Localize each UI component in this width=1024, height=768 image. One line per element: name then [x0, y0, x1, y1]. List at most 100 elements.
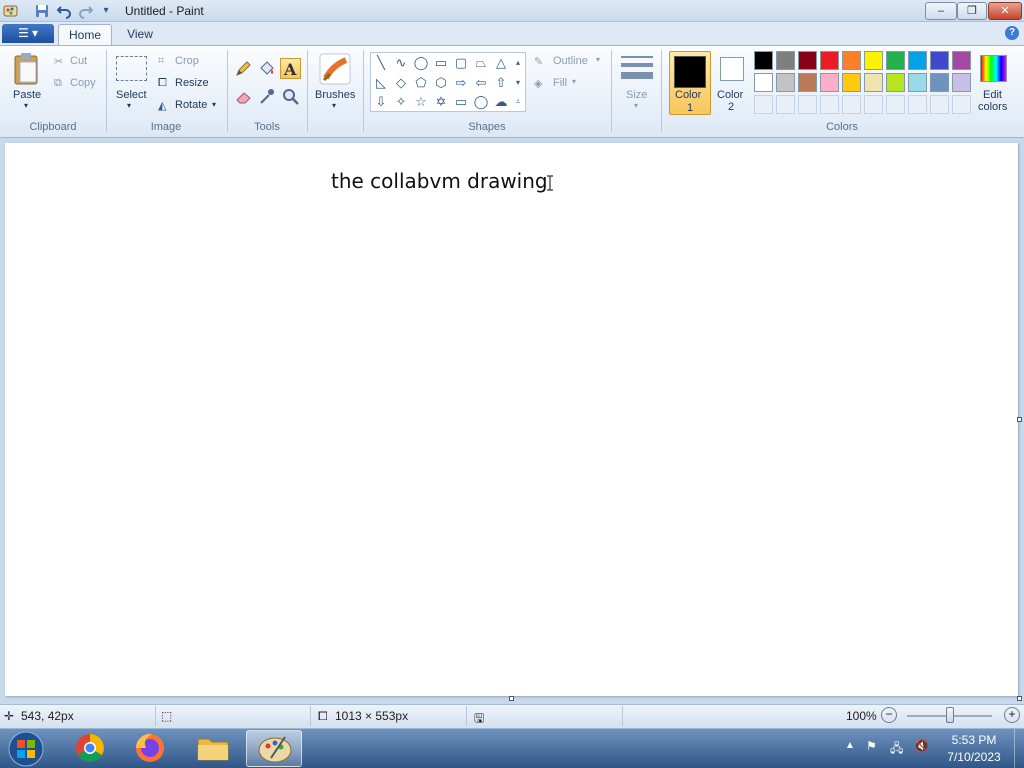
oval-shape-icon[interactable]: ◯ — [412, 54, 430, 72]
left-arrow-shape-icon[interactable]: ⇦ — [472, 74, 490, 92]
pentagon-shape-icon[interactable]: ⬠ — [412, 74, 430, 92]
callout-oval-shape-icon[interactable]: ◯ — [472, 93, 490, 111]
right-arrow-shape-icon[interactable]: ⇨ — [452, 74, 470, 92]
close-button[interactable]: ✕ — [988, 2, 1022, 20]
taskbar-firefox[interactable] — [122, 730, 178, 767]
palette-swatch[interactable] — [798, 73, 817, 92]
color2-label[interactable]: Color — [717, 89, 743, 101]
taskbar-paint[interactable] — [246, 730, 302, 767]
brushes-dropdown-icon[interactable]: ▾ — [332, 101, 336, 110]
action-center-icon[interactable]: ⚑ — [866, 739, 877, 753]
palette-swatch[interactable] — [820, 51, 839, 70]
palette-swatch-empty[interactable] — [952, 95, 971, 114]
cut-button[interactable]: Cut — [70, 55, 87, 67]
canvas-text[interactable]: the collabvm drawing — [331, 169, 548, 193]
palette-swatch[interactable] — [776, 51, 795, 70]
outline-dropdown-icon[interactable]: ▾ — [596, 55, 600, 64]
zoom-slider-thumb[interactable] — [946, 707, 954, 723]
show-desktop-button[interactable] — [1014, 729, 1024, 768]
hexagon-shape-icon[interactable]: ⬡ — [432, 74, 450, 92]
clock-time[interactable]: 5:53 PM — [944, 733, 1004, 747]
fill-dropdown-icon[interactable]: ▾ — [572, 77, 576, 86]
pencil-icon[interactable] — [233, 58, 254, 79]
palette-swatch[interactable] — [930, 73, 949, 92]
taskbar-chrome[interactable] — [62, 730, 118, 767]
resize-handle-corner[interactable] — [1017, 696, 1022, 701]
tab-view[interactable]: View — [115, 24, 165, 46]
triangle-shape-icon[interactable]: △ — [492, 54, 510, 72]
palette-swatch-empty[interactable] — [930, 95, 949, 114]
shapes-scroll-down-icon[interactable]: ▾ — [512, 74, 524, 92]
palette-swatch[interactable] — [908, 73, 927, 92]
palette-swatch[interactable] — [776, 73, 795, 92]
right-triangle-shape-icon[interactable]: ◺ — [372, 74, 390, 92]
palette-swatch[interactable] — [864, 51, 883, 70]
paint-app-icon[interactable] — [3, 3, 19, 19]
palette-swatch[interactable] — [952, 73, 971, 92]
diamond-shape-icon[interactable]: ◇ — [392, 74, 410, 92]
palette-swatch[interactable] — [930, 51, 949, 70]
resize-handle-right[interactable] — [1017, 417, 1022, 422]
zoom-in-button[interactable]: + — [1004, 707, 1020, 723]
eraser-icon[interactable] — [233, 86, 254, 107]
paste-button[interactable]: Paste — [13, 89, 41, 101]
shapes-expand-icon[interactable]: ⩡ — [512, 93, 524, 111]
select-button[interactable]: Select — [116, 89, 147, 101]
palette-swatch-empty[interactable] — [754, 95, 773, 114]
drawing-canvas[interactable]: the collabvm drawing — [5, 143, 1018, 696]
crop-button[interactable]: Crop — [175, 55, 199, 67]
palette-swatch-empty[interactable] — [908, 95, 927, 114]
brushes-button[interactable]: Brushes — [315, 89, 355, 101]
copy-button[interactable]: Copy — [70, 77, 96, 89]
palette-swatch[interactable] — [952, 51, 971, 70]
clock-date[interactable]: 7/10/2023 — [944, 750, 1004, 764]
palette-swatch-empty[interactable] — [820, 95, 839, 114]
rotate-button[interactable]: Rotate — [175, 99, 207, 111]
polygon-shape-icon[interactable]: ⏢ — [472, 54, 490, 72]
color2-swatch[interactable] — [720, 57, 744, 81]
resize-handle-bottom[interactable] — [509, 696, 514, 701]
curve-shape-icon[interactable]: ∿ — [392, 54, 410, 72]
file-menu-button[interactable]: ☰ ▾ — [2, 24, 54, 43]
paste-icon[interactable] — [12, 52, 42, 91]
customize-quick-access-icon[interactable]: ▾ — [98, 3, 114, 19]
palette-swatch[interactable] — [820, 73, 839, 92]
text-icon[interactable]: A — [280, 58, 301, 79]
palette-swatch[interactable] — [864, 73, 883, 92]
volume-muted-icon[interactable]: 🔇 — [914, 739, 929, 753]
shapes-scroll-up-icon[interactable]: ▴ — [512, 54, 524, 72]
help-icon[interactable]: ? — [1005, 26, 1019, 40]
outline-button[interactable]: Outline — [553, 55, 588, 67]
tray-expand-icon[interactable]: ▲ — [845, 740, 855, 751]
save-icon[interactable] — [34, 3, 50, 19]
start-button[interactable] — [6, 730, 46, 768]
up-arrow-shape-icon[interactable]: ⇧ — [492, 74, 510, 92]
four-point-star-shape-icon[interactable]: ✧ — [392, 93, 410, 111]
palette-swatch-empty[interactable] — [842, 95, 861, 114]
resize-button[interactable]: Resize — [175, 77, 209, 89]
undo-icon[interactable] — [56, 3, 72, 19]
callout-rect-shape-icon[interactable]: ▭ — [452, 93, 470, 111]
color-picker-icon[interactable] — [256, 86, 277, 107]
redo-icon[interactable] — [78, 3, 94, 19]
line-shape-icon[interactable]: ╲ — [372, 54, 390, 72]
palette-swatch[interactable] — [886, 73, 905, 92]
paste-dropdown-icon[interactable]: ▾ — [24, 101, 28, 110]
select-icon[interactable] — [116, 56, 147, 81]
palette-swatch[interactable] — [754, 73, 773, 92]
color1-button[interactable]: Color 1 — [669, 51, 711, 115]
size-dropdown-icon[interactable]: ▾ — [634, 101, 638, 110]
magnifier-icon[interactable] — [280, 86, 301, 107]
brushes-icon[interactable] — [318, 52, 352, 89]
rounded-rectangle-shape-icon[interactable]: ▢ — [452, 54, 470, 72]
palette-swatch-empty[interactable] — [886, 95, 905, 114]
zoom-out-button[interactable]: − — [881, 707, 897, 723]
palette-swatch-empty[interactable] — [864, 95, 883, 114]
six-point-star-shape-icon[interactable]: ✡ — [432, 93, 450, 111]
fill-icon[interactable] — [256, 58, 277, 79]
down-arrow-shape-icon[interactable]: ⇩ — [372, 93, 390, 111]
minimize-button[interactable]: – — [925, 2, 957, 20]
five-point-star-shape-icon[interactable]: ☆ — [412, 93, 430, 111]
palette-swatch[interactable] — [842, 51, 861, 70]
palette-swatch-empty[interactable] — [776, 95, 795, 114]
